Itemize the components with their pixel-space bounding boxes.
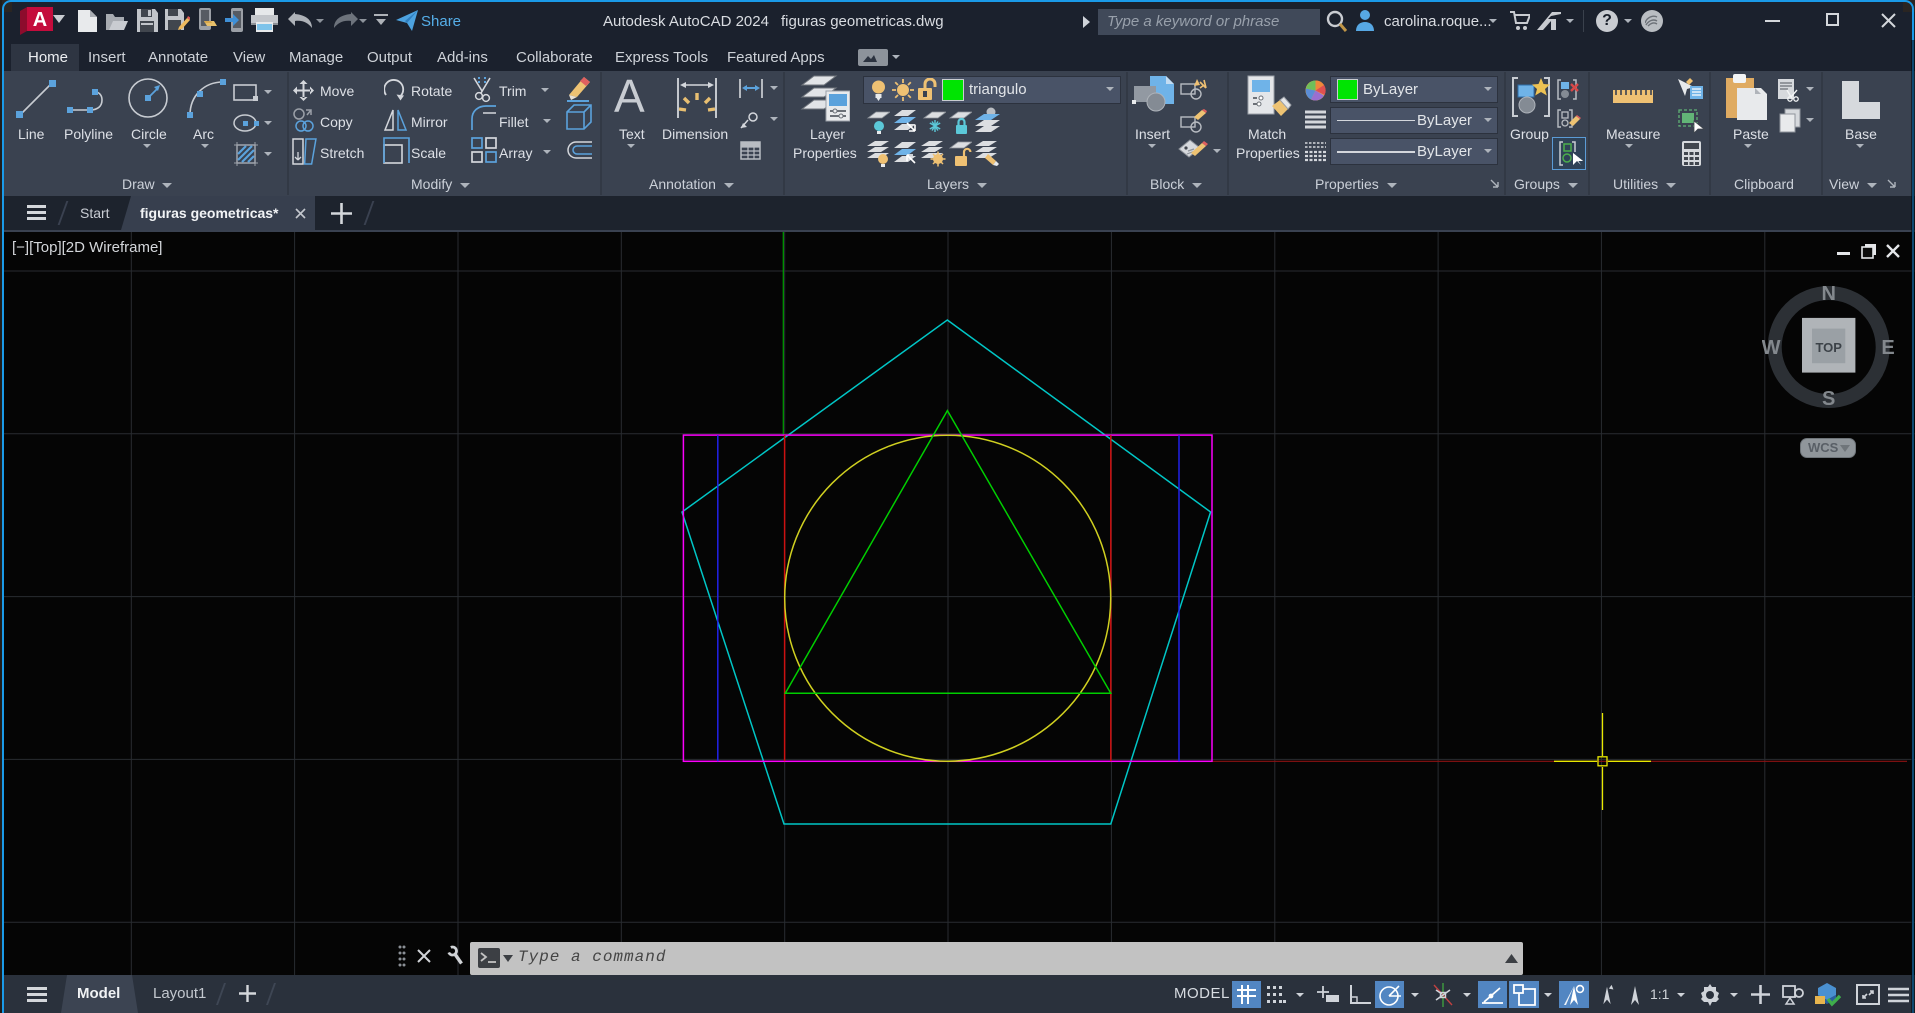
svg-text:N: N — [1821, 283, 1835, 305]
svg-text:W: W — [1762, 337, 1781, 359]
svg-text:S: S — [1822, 388, 1835, 410]
svg-text:TOP: TOP — [1815, 340, 1842, 355]
svg-text:E: E — [1881, 337, 1894, 359]
